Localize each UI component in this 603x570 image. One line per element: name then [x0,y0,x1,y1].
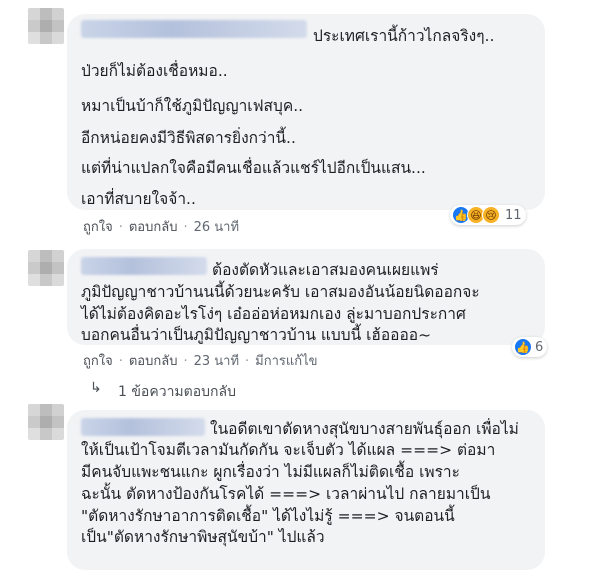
separator-dot: · [118,220,123,235]
reaction-count: 6 [535,339,544,355]
comment-text-line: แต่ที่น่าแปลกใจคือมีคนเชื่อแล้วแชร์ไปอีก… [81,159,426,177]
reactions-summary[interactable]: 👍 6 [512,337,548,357]
comment-text-line: ป่วยก็ไม่ต้องเชื่อหมอ.. [81,62,228,80]
commenter-name-blurred[interactable] [81,20,307,38]
commenter-name-blurred[interactable] [81,418,205,436]
comment-text-line: บอกคนอื่นว่าเป็นภูมิปัญญาชาวบ้าน แบบนี้ … [81,326,432,344]
separator-dot: · [183,220,188,235]
comment-text-line: อีกหน่อยคงมีวิธีพิสดารยิ่งกว่านี้.. [81,129,296,147]
comment-text-line: ประเทศเรานี้ก้าวไกลจริงๆ.. [313,27,495,45]
comment-text-line: หมาเป็นบ้าก็ใช้ภูมิปัญญาเฟสบุค.. [81,97,304,115]
edited-label[interactable]: มีการแก้ไข [255,350,317,371]
like-link[interactable]: ถูกใจ [83,216,113,237]
separator-dot: · [245,354,250,369]
comment-bubble: ประเทศเรานี้ก้าวไกลจริงๆ.. ป่วยก็ไม่ต้อง… [67,14,545,210]
commenter-name-blurred[interactable] [81,257,207,275]
commenter-avatar[interactable] [28,404,64,440]
comment-timestamp[interactable]: 26 นาที [194,216,239,237]
separator-dot: · [118,354,123,369]
comment-bubble: ต้องตัดหัวและเอาสมองคนเผยแพร่ ภูมิปัญญาช… [67,249,545,345]
reply-arrow-icon: ↳ [90,380,102,396]
commenter-avatar[interactable] [28,8,64,44]
reactions-summary[interactable]: 👍 😆 😢 11 [450,205,526,225]
reply-link[interactable]: ตอบกลับ [129,216,178,237]
comment-bubble: ในอดีตเขาตัดหางสุนัขบางสายพันธุ์ออก เพื่… [67,410,545,570]
comment-meta: ถูกใจ · ตอบกลับ · 23 นาที · มีการแก้ไข [83,350,318,371]
comment-text-line: เอาที่สบายใจจ้า.. [81,190,196,208]
sad-icon: 😢 [482,206,500,224]
reply-link[interactable]: ตอบกลับ [129,350,178,371]
comment-text-line: เป็น"ตัดหางรักษาพิษสุนัขบ้า" ไปแล้ว [81,528,325,546]
like-icon: 👍 [514,338,532,356]
comment-meta: ถูกใจ · ตอบกลับ · 26 นาที [83,216,239,237]
comment-timestamp[interactable]: 23 นาที [194,350,239,371]
reaction-count: 11 [505,207,522,223]
view-replies-link[interactable]: 1 ข้อความตอบกลับ [118,381,236,403]
separator-dot: · [183,354,188,369]
commenter-avatar[interactable] [28,250,64,286]
like-link[interactable]: ถูกใจ [83,350,113,371]
